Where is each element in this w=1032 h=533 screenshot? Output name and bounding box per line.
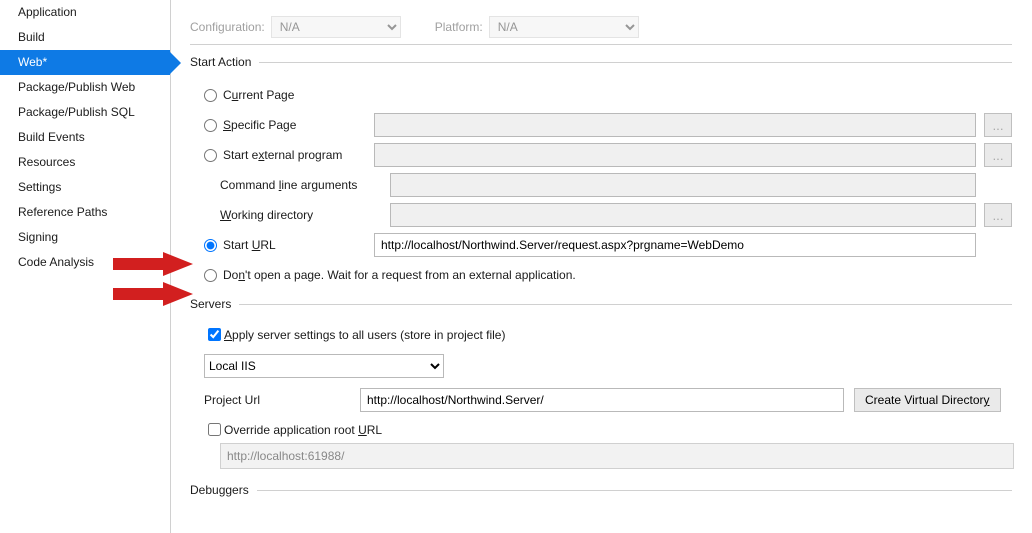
configuration-label: Configuration: bbox=[190, 20, 265, 34]
radio-external-program[interactable]: Start external program bbox=[190, 148, 374, 162]
sidebar-item-build[interactable]: Build bbox=[0, 25, 170, 50]
section-rule bbox=[257, 490, 1012, 491]
external-program-browse-button: ... bbox=[984, 143, 1012, 167]
server-type-dropdown[interactable]: Local IIS bbox=[204, 354, 444, 378]
sidebar-item-build-events[interactable]: Build Events bbox=[0, 125, 170, 150]
cmd-args-input bbox=[390, 173, 976, 197]
override-app-root-checkbox[interactable]: Override application root URL bbox=[190, 420, 1012, 439]
radio-start-url[interactable]: Start URL bbox=[190, 238, 374, 252]
platform-label: Platform: bbox=[435, 20, 483, 34]
servers-title: Servers bbox=[190, 297, 231, 311]
sidebar-item-signing[interactable]: Signing bbox=[0, 225, 170, 250]
sidebar-item-package-publish-sql[interactable]: Package/Publish SQL bbox=[0, 100, 170, 125]
section-rule bbox=[239, 304, 1012, 305]
external-program-input bbox=[374, 143, 976, 167]
configuration-dropdown: N/A bbox=[271, 16, 401, 38]
sidebar-item-reference-paths[interactable]: Reference Paths bbox=[0, 200, 170, 225]
top-separator bbox=[190, 44, 1012, 45]
project-url-input[interactable] bbox=[360, 388, 844, 412]
section-rule bbox=[259, 62, 1012, 63]
working-dir-label: Working directory bbox=[190, 208, 390, 222]
debuggers-section: Debuggers bbox=[190, 483, 1012, 497]
config-platform-row: Configuration: N/A Platform: N/A bbox=[170, 0, 1032, 44]
apply-server-settings-checkbox[interactable]: Apply server settings to all users (stor… bbox=[190, 325, 1012, 344]
sidebar-item-settings[interactable]: Settings bbox=[0, 175, 170, 200]
sidebar: Application Build Web* Package/Publish W… bbox=[0, 0, 171, 533]
radio-current-page[interactable]: Current Page bbox=[190, 88, 374, 102]
servers-section: Servers Apply server settings to all use… bbox=[190, 297, 1012, 469]
start-action-title: Start Action bbox=[190, 55, 251, 69]
platform-dropdown: N/A bbox=[489, 16, 639, 38]
specific-page-browse-button: ... bbox=[984, 113, 1012, 137]
main-panel: Configuration: N/A Platform: N/A Start A… bbox=[170, 0, 1032, 533]
radio-specific-page[interactable]: Specific Page bbox=[190, 118, 374, 132]
debuggers-title: Debuggers bbox=[190, 483, 249, 497]
working-dir-input bbox=[390, 203, 976, 227]
sidebar-item-web[interactable]: Web* bbox=[0, 50, 170, 75]
working-dir-browse-button: ... bbox=[984, 203, 1012, 227]
start-action-section: Start Action Current Page Specific Page … bbox=[190, 55, 1012, 287]
sidebar-item-resources[interactable]: Resources bbox=[0, 150, 170, 175]
specific-page-input bbox=[374, 113, 976, 137]
sidebar-item-application[interactable]: Application bbox=[0, 0, 170, 25]
sidebar-item-code-analysis[interactable]: Code Analysis bbox=[0, 250, 170, 275]
start-url-input[interactable] bbox=[374, 233, 976, 257]
override-app-root-input bbox=[220, 443, 1014, 469]
create-virtual-directory-button[interactable]: Create Virtual Directory bbox=[854, 388, 1001, 412]
radio-dont-open-page[interactable]: Don't open a page. Wait for a request fr… bbox=[190, 268, 576, 282]
sidebar-item-package-publish-web[interactable]: Package/Publish Web bbox=[0, 75, 170, 100]
project-url-label: Project Url bbox=[190, 393, 360, 407]
cmd-args-label: Command line arguments bbox=[190, 178, 390, 192]
